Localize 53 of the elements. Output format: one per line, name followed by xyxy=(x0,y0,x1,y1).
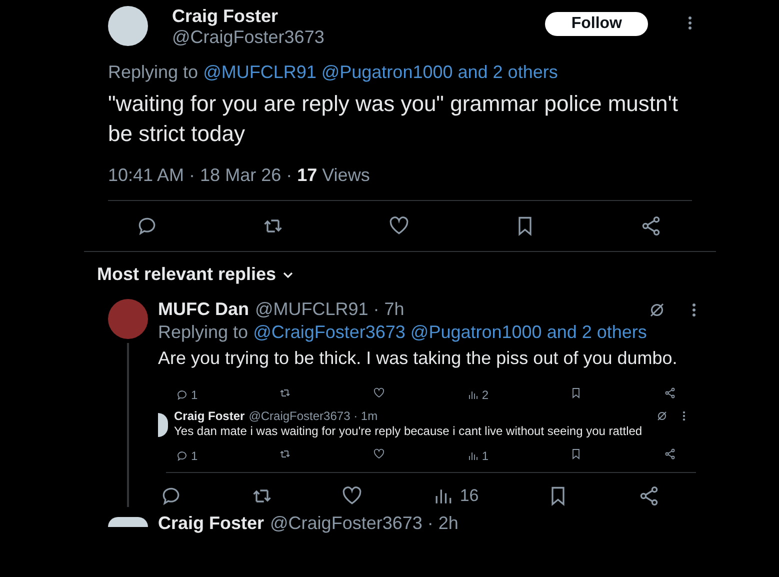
mention-link[interactable]: @Pugatron1000 xyxy=(321,62,453,82)
mention-link[interactable]: @MUFCLR91 xyxy=(203,62,316,82)
share-icon[interactable] xyxy=(640,215,662,237)
repost-icon[interactable] xyxy=(279,387,292,399)
more-icon[interactable] xyxy=(688,16,692,30)
user-name[interactable]: Craig Foster xyxy=(158,513,264,534)
speech-bubble-icon[interactable] xyxy=(176,389,188,401)
avatar xyxy=(158,413,168,437)
heart-icon[interactable] xyxy=(341,485,364,507)
sort-label[interactable]: Most relevant replies xyxy=(97,264,276,285)
share-icon[interactable] xyxy=(664,387,676,399)
more-icon[interactable] xyxy=(682,411,686,421)
user-name[interactable]: MUFC Dan xyxy=(158,299,249,320)
bookmark-icon[interactable] xyxy=(570,448,582,460)
avatar[interactable] xyxy=(108,6,148,46)
reply-text: Yes dan mate i was waiting for you're reply because i cant live without seeing you rattled xyxy=(174,423,644,440)
slashed-circle-icon[interactable] xyxy=(648,300,666,318)
slashed-circle-icon[interactable] xyxy=(656,410,668,422)
mention-link[interactable]: and 2 others xyxy=(546,322,647,342)
user-handle[interactable]: @CraigFoster3673 xyxy=(172,27,522,48)
repost-icon[interactable] xyxy=(279,448,292,460)
bookmark-icon[interactable] xyxy=(570,387,582,399)
avatar[interactable] xyxy=(108,517,148,527)
more-icon[interactable] xyxy=(692,302,696,316)
replying-label: Replying to xyxy=(108,62,200,82)
heart-icon[interactable] xyxy=(373,387,386,399)
bar-chart-icon[interactable] xyxy=(466,389,479,401)
reply-text: Are you trying to be thick. I was taking the piss out of you dumbo. xyxy=(158,347,678,370)
speech-bubble-icon[interactable] xyxy=(136,215,158,237)
follow-button[interactable]: Follow xyxy=(545,12,648,36)
count-text: 1 xyxy=(191,388,198,402)
heart-icon[interactable] xyxy=(373,448,386,460)
bar-chart-icon[interactable] xyxy=(466,450,479,462)
user-name: Craig Foster xyxy=(174,409,245,423)
count-text: 2 xyxy=(482,388,489,402)
mention-link[interactable]: @Pugatron1000 xyxy=(410,322,542,342)
count-text: 1 xyxy=(191,449,198,463)
reply-meta: @MUFCLR91 · 7h xyxy=(255,299,406,320)
tweet-text: "waiting for you are reply was you" grammar police mustn't be strict today xyxy=(108,90,680,148)
speech-bubble-icon[interactable] xyxy=(160,485,182,507)
share-icon[interactable] xyxy=(664,448,676,460)
count-text: 1 xyxy=(482,449,489,463)
share-icon[interactable] xyxy=(638,485,660,507)
replying-label: Replying to xyxy=(158,322,250,342)
user-name[interactable]: Craig Foster xyxy=(172,6,522,27)
reply-meta: @CraigFoster3673 · 1m xyxy=(248,409,379,423)
mention-link[interactable]: and 2 others xyxy=(458,62,558,82)
reply-meta: @CraigFoster3673 · 2h xyxy=(270,513,458,534)
heart-icon[interactable] xyxy=(388,215,410,237)
mention-link[interactable]: @CraigFoster3673 xyxy=(253,322,406,342)
count-text: 16 xyxy=(460,486,479,506)
speech-bubble-icon[interactable] xyxy=(176,450,188,462)
tweet-meta: 10:41 AM · 18 Mar 26 · 17 Views xyxy=(108,165,371,186)
